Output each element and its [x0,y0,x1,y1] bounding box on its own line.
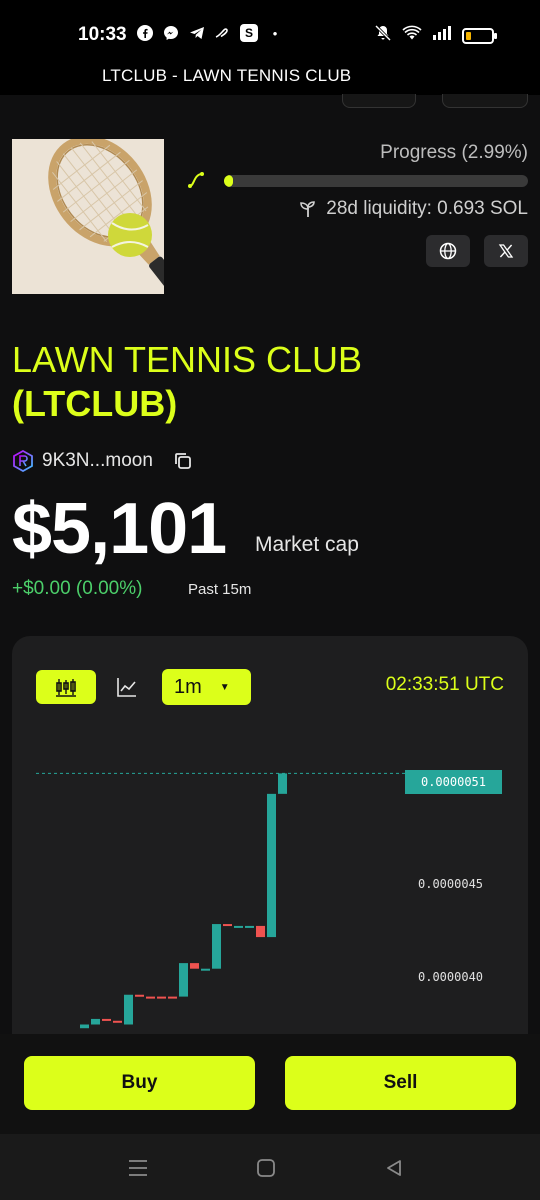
status-time: 10:33 [78,24,127,45]
candle [168,996,177,999]
x-twitter-button[interactable] [484,235,528,267]
token-title: LAWN TENNIS CLUB (LTCLUB) [12,338,532,426]
line-chart-toggle[interactable] [116,676,138,698]
title-bar: LTCLUB - LAWN TENNIS CLUB [0,62,540,95]
copy-icon[interactable] [173,451,193,471]
token-image [12,139,164,294]
token-name: LAWN TENNIS CLUB [12,339,363,380]
candle [124,994,133,1025]
bonding-curve-icon [188,172,204,188]
market-cap-label: Market cap [255,533,359,556]
candle [190,963,199,969]
liquidity-row: 28d liquidity: 0.693 SOL [298,198,528,220]
progress-label: Progress (2.99%) [380,142,528,163]
globe-icon [439,242,457,260]
chart-clock: 02:33:51 UTC [385,674,504,695]
trade-actions: Buy Sell [0,1034,540,1134]
facebook-icon [136,24,154,42]
page-title: LTCLUB - LAWN TENNIS CLUB [102,66,352,85]
candle [278,773,287,794]
candle [80,1024,89,1029]
token-ticker: (LTCLUB) [12,383,178,424]
candle [212,924,221,969]
y-tick-label: 0.0000040 [418,970,484,984]
candle [91,1018,100,1025]
interval-select[interactable]: 1m ▼ [162,669,251,705]
raydium-icon [13,450,33,472]
status-bar: 10:33 S • [0,0,540,62]
telegram-icon [188,24,206,42]
progress-fill [224,175,234,187]
progress-bar [224,175,528,187]
tennis-racket-illustration [12,139,164,294]
candle [146,996,155,999]
y-tick-label: 0.0000045 [418,877,484,891]
sell-button[interactable]: Sell [285,1056,516,1110]
market-cap-value: $5,101 [12,489,227,569]
price-change: +$0.00 (0.00%) [12,578,143,599]
candle [245,925,254,928]
back-triangle-icon [387,1160,401,1176]
candle [135,994,144,997]
price-change-window: Past 15m [188,581,252,598]
system-icons [374,24,497,47]
website-button[interactable] [426,235,470,267]
messenger-icon [162,24,180,42]
candlestick-toggle[interactable] [36,670,96,704]
liquidity-label: 28d liquidity: 0.693 SOL [326,198,528,219]
candle [113,1020,122,1023]
swoosh-icon [214,24,232,42]
header-button-left[interactable] [342,94,416,108]
candlestick-icon [56,679,76,697]
candle [223,924,232,927]
interval-value: 1m [174,675,202,698]
mute-icon [374,24,392,47]
contract-address: 9K3N...moon [42,450,153,471]
buy-button[interactable]: Buy [24,1056,255,1110]
menu-icon [129,1160,147,1176]
home-button[interactable] [254,1156,278,1180]
candle [234,925,243,928]
candle [157,996,166,999]
battery-icon [462,27,497,44]
chart-card: 1m ▼ 02:33:51 UTC 0.0000051 0.0000045 0.… [12,636,528,1036]
back-button[interactable] [382,1156,406,1180]
wifi-icon [402,25,422,46]
sprout-icon [300,201,316,217]
signal-icon [432,25,452,46]
header-button-right[interactable] [442,94,528,108]
contract-address-row: 9K3N...moon [12,450,193,472]
candle [256,925,265,938]
home-square-icon [257,1159,275,1177]
system-navigation-bar [0,1134,540,1200]
more-notifications-dot: • [272,25,278,41]
s-app-icon: S [240,24,258,42]
candle [201,968,210,971]
x-icon [498,244,514,258]
notification-icons: S • [136,24,284,42]
candle [267,793,276,938]
current-price-badge: 0.0000051 [405,770,502,794]
candle [102,1018,111,1021]
candle [179,963,188,997]
recent-apps-button[interactable] [126,1156,150,1180]
chevron-down-icon: ▼ [219,681,230,693]
